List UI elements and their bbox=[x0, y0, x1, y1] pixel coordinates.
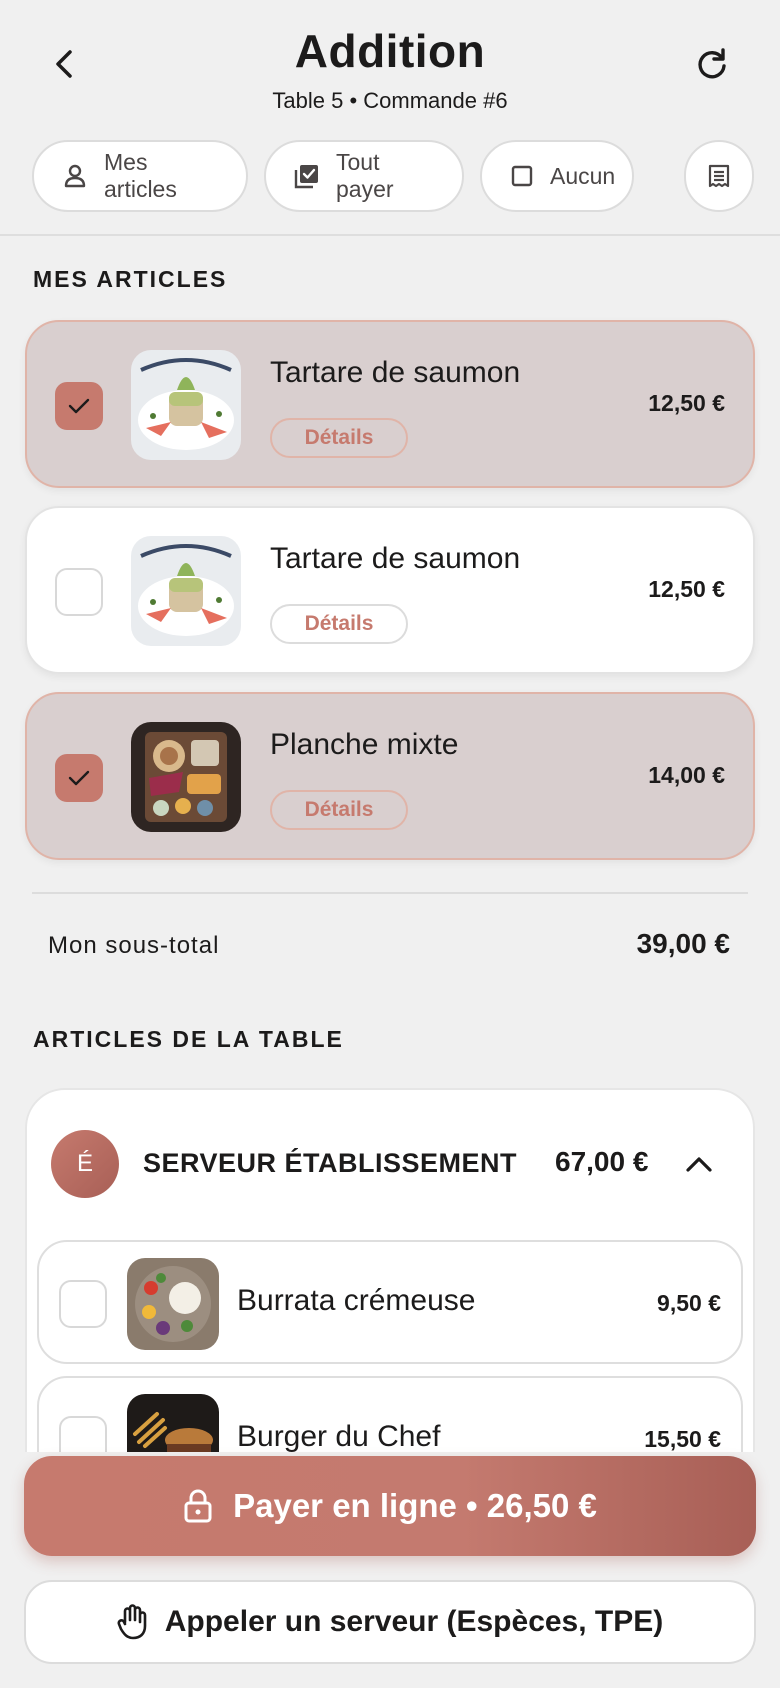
item-name: Burrata crémeuse bbox=[237, 1284, 476, 1317]
refresh-icon bbox=[698, 48, 726, 79]
group-total: 67,00 € bbox=[555, 1146, 649, 1177]
chevron-up-icon bbox=[686, 1157, 712, 1172]
call-waiter-button[interactable]: Appeler un serveur (Espèces, TPE) bbox=[24, 1580, 756, 1664]
filter-none-button[interactable]: Aucun bbox=[480, 140, 634, 212]
item-price: 12,50 € bbox=[648, 390, 725, 416]
details-button[interactable]: Détails bbox=[270, 418, 408, 458]
page-subtitle: Table 5 • Commande #6 bbox=[272, 88, 508, 113]
table-items-section-title: ARTICLES DE LA TABLE bbox=[33, 1026, 344, 1052]
subtotal-value: 39,00 € bbox=[636, 928, 730, 959]
checklist-icon bbox=[294, 165, 318, 189]
group-name: SERVEUR ÉTABLISSEMENT bbox=[143, 1148, 518, 1178]
empty-checkbox-icon bbox=[511, 165, 533, 187]
item-name: Tartare de saumon bbox=[270, 542, 521, 575]
bottom-action-bar: Payer en ligne • 26,50 € Appeler un serv… bbox=[0, 1452, 780, 1688]
refresh-button[interactable] bbox=[688, 40, 736, 88]
details-button[interactable]: Détails bbox=[270, 790, 408, 830]
call-waiter-label: Appeler un serveur (Espèces, TPE) bbox=[164, 1605, 664, 1638]
dish-image bbox=[131, 350, 241, 460]
header: Addition Table 5 • Commande #6 Mes artic… bbox=[0, 0, 780, 236]
lock-icon bbox=[184, 1489, 212, 1523]
dish-image bbox=[127, 1258, 219, 1350]
check-icon bbox=[68, 398, 90, 414]
dish-image bbox=[131, 536, 241, 646]
item-checkbox[interactable] bbox=[59, 1280, 107, 1328]
item-name: Planche mixte bbox=[270, 728, 459, 761]
table-row[interactable]: Burrata crémeuse 9,50 € bbox=[37, 1240, 743, 1364]
my-items-section-title: MES ARTICLES bbox=[33, 266, 228, 292]
divider bbox=[32, 892, 748, 894]
item-checkbox[interactable] bbox=[55, 754, 103, 802]
person-icon bbox=[64, 164, 86, 188]
list-item[interactable]: Tartare de saumon Détails 12,50 € bbox=[25, 506, 755, 674]
collapse-button[interactable] bbox=[679, 1144, 719, 1184]
pay-online-label: Payer en ligne • 26,50 € bbox=[233, 1487, 597, 1524]
filter-pay-all-button[interactable]: Tout payer bbox=[264, 140, 464, 212]
list-item[interactable]: Planche mixte Détails 14,00 € bbox=[25, 692, 755, 860]
item-price: 14,00 € bbox=[648, 762, 725, 788]
item-checkbox[interactable] bbox=[55, 382, 103, 430]
receipt-icon bbox=[708, 164, 730, 188]
item-price: 9,50 € bbox=[657, 1290, 721, 1316]
item-price: 12,50 € bbox=[648, 576, 725, 602]
dish-image bbox=[131, 722, 241, 832]
avatar: É bbox=[51, 1130, 119, 1198]
item-price: 15,50 € bbox=[644, 1426, 721, 1452]
filter-pay-all-label: Tout payer bbox=[336, 149, 394, 202]
filter-my-items-button[interactable]: Mes articles bbox=[32, 140, 248, 212]
filter-my-items-label: Mes articles bbox=[104, 149, 177, 202]
receipt-button[interactable] bbox=[684, 140, 754, 212]
item-name: Burger du Chef bbox=[237, 1420, 441, 1453]
filter-none-label: Aucun bbox=[550, 162, 616, 189]
page-title: Addition bbox=[294, 25, 486, 77]
item-checkbox[interactable] bbox=[55, 568, 103, 616]
pay-online-button[interactable]: Payer en ligne • 26,50 € bbox=[24, 1456, 756, 1556]
subtotal-label: Mon sous-total bbox=[48, 932, 220, 959]
item-name: Tartare de saumon bbox=[270, 356, 521, 389]
hand-icon bbox=[117, 1604, 147, 1640]
list-item[interactable]: Tartare de saumon Détails 12,50 € bbox=[25, 320, 755, 488]
details-button[interactable]: Détails bbox=[270, 604, 408, 644]
check-icon bbox=[68, 770, 90, 786]
